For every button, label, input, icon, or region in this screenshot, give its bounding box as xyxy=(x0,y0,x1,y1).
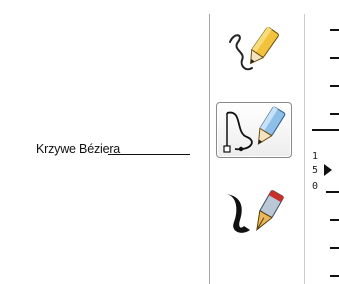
tool-calligraphy-button[interactable] xyxy=(216,186,292,242)
ruler-marker-triangle[interactable] xyxy=(324,164,332,176)
bezier-curve-tool-icon xyxy=(223,106,286,153)
tool-bezier-button[interactable] xyxy=(216,102,292,158)
ruler-label: 1 xyxy=(312,151,319,162)
callout-leader-line xyxy=(108,154,190,155)
ruler-label: 5 xyxy=(312,165,319,176)
toolbox-panel: 1 5 0 xyxy=(209,14,339,284)
ruler-label: 0 xyxy=(312,181,319,192)
calligraphy-pen-icon xyxy=(226,189,284,233)
vertical-ruler xyxy=(304,14,339,284)
freehand-pencil-icon xyxy=(229,26,279,71)
tool-freehand-button[interactable] xyxy=(216,22,292,78)
